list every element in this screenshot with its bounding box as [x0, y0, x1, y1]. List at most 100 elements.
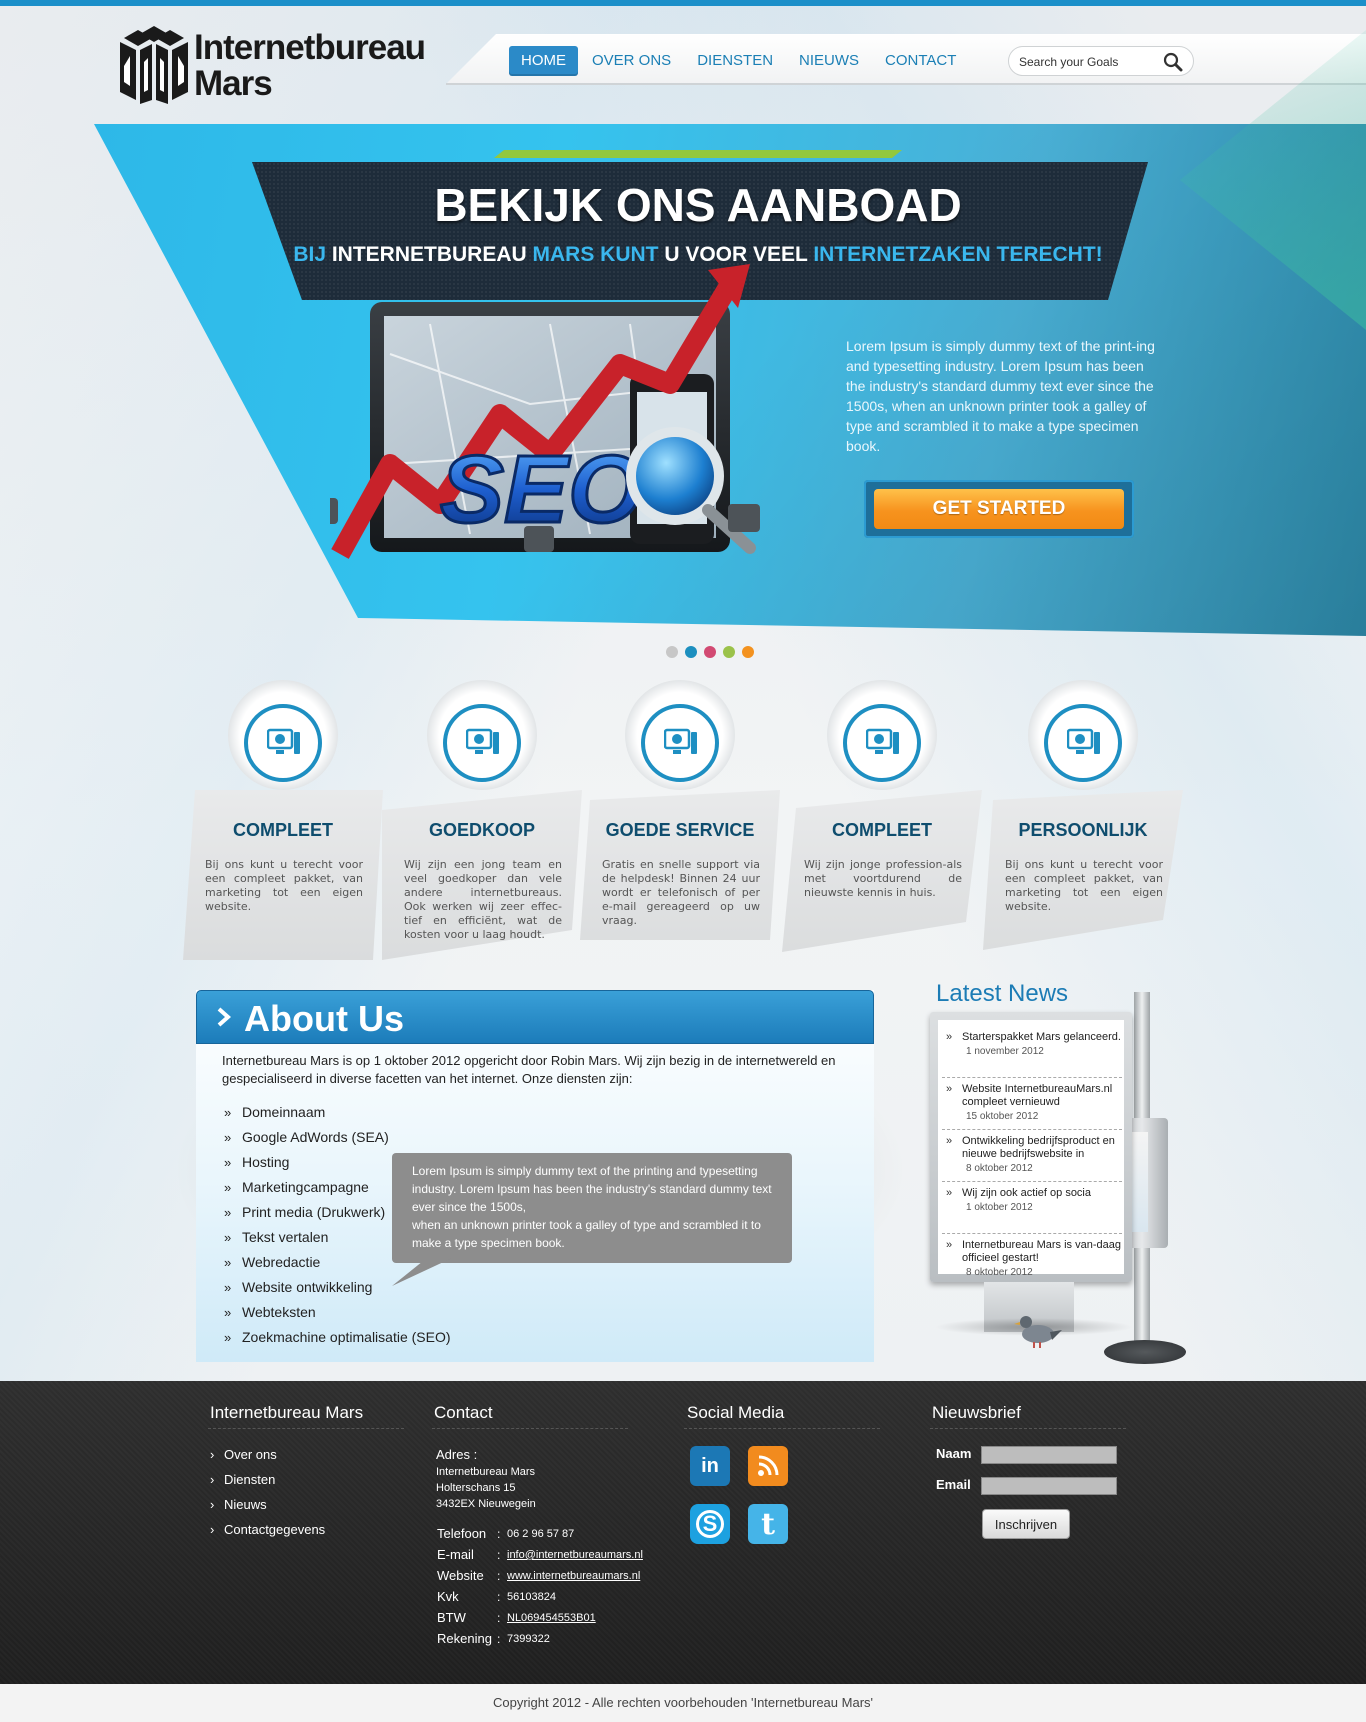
feature-text: Gratis en snelle support via de helpdesk… [602, 858, 760, 927]
chevron-right-icon [217, 1007, 232, 1027]
email-link[interactable]: info@internetbureaumars.nl [507, 1545, 643, 1565]
address-line: 3432EX Nieuwegein [436, 1498, 536, 1510]
service-item[interactable]: » Domeinnaam [224, 1100, 451, 1125]
double-chevron-icon: » [224, 1155, 232, 1170]
twitter-icon[interactable]: t [748, 1504, 788, 1544]
feature-text: Bij ons kunt u terecht voor een compleet… [205, 858, 363, 913]
feature-text: Bij ons kunt u terecht voor een compleet… [1005, 858, 1163, 913]
search-icon[interactable] [1163, 52, 1183, 72]
footer-link[interactable]: › Contactgegevens [210, 1517, 325, 1542]
logo-line-1: Internetbureau [194, 28, 426, 67]
service-item[interactable]: » Webteksten [224, 1300, 451, 1325]
btw-link[interactable]: NL069454553B01 [507, 1608, 596, 1628]
subscribe-button[interactable]: Inschrijven [982, 1509, 1070, 1539]
search-input[interactable] [1019, 52, 1159, 72]
double-chevron-icon: » [224, 1330, 232, 1345]
nav-contact[interactable]: CONTACT [873, 46, 968, 76]
twitter-glyph: t [761, 1506, 775, 1542]
double-chevron-icon: » [224, 1230, 232, 1245]
newsletter-email-input[interactable] [981, 1477, 1117, 1495]
about-title: About Us [244, 998, 404, 1039]
service-label: Webteksten [242, 1304, 316, 1320]
footer-rule [684, 1428, 880, 1429]
linkedin-icon[interactable]: in [690, 1446, 730, 1486]
service-item[interactable]: » Zoekmachine optimalisatie (SEO) [224, 1325, 451, 1350]
logo-line-2: Mars [194, 64, 273, 103]
feature-title: GOEDE SERVICE [605, 820, 755, 840]
feature-card: COMPLEET Wij zijn jonge profession-als m… [782, 680, 982, 980]
chevron-right-icon: › [210, 1497, 215, 1512]
nav-nieuws[interactable]: NIEUWS [787, 46, 871, 76]
tooltip-text: Lorem Ipsum is simply dummy text of the … [412, 1164, 772, 1250]
get-started-button[interactable]: GET STARTED [874, 489, 1124, 529]
feature-title: COMPLEET [831, 820, 932, 840]
nav-over-ons[interactable]: OVER ONS [580, 46, 683, 76]
nav-home[interactable]: HOME [509, 46, 578, 76]
news-item[interactable]: Starterspakket Mars gelanceerd. 1 novembe… [942, 1026, 1122, 1078]
news-item[interactable]: Internetbureau Mars is van-daag officiee… [942, 1234, 1122, 1286]
contact-key: BTW [437, 1610, 466, 1625]
contact-key: Website [437, 1568, 484, 1583]
news-item-date: 8 oktober 2012 [966, 1163, 1033, 1174]
footer-link[interactable]: › Nieuws [210, 1492, 325, 1517]
contact-key: Kvk [437, 1589, 459, 1604]
news-item-title: Website InternetbureauMars.nl compleet v… [942, 1083, 1122, 1109]
address-label: Adres : [436, 1447, 478, 1462]
news-item-date: 1 oktober 2012 [966, 1202, 1033, 1213]
chevron-right-icon: › [210, 1472, 215, 1487]
service-label: Zoekmachine optimalisatie (SEO) [242, 1329, 451, 1345]
slider-dot[interactable] [723, 646, 735, 658]
news-item[interactable]: Website InternetbureauMars.nl compleet v… [942, 1078, 1122, 1130]
double-chevron-icon: » [224, 1205, 232, 1220]
about-intro: Internetbureau Mars is op 1 oktober 2012… [222, 1053, 836, 1086]
hero-subtitle-part-3: MARS KUNT [532, 243, 665, 266]
computer-globe-icon [866, 728, 899, 754]
rss-glyph [758, 1455, 779, 1476]
newsletter-email-label: Email [936, 1477, 971, 1492]
skype-glyph: S [696, 1510, 724, 1538]
logo[interactable]: Internetbureau Mars [116, 26, 436, 106]
footer-rule [208, 1428, 404, 1429]
computer-globe-icon [1067, 728, 1100, 754]
service-label: Marketingcampagne [242, 1179, 369, 1195]
footer-col-title: Internetbureau Mars [210, 1403, 364, 1422]
skype-icon[interactable]: S [690, 1504, 730, 1544]
slider-dot[interactable] [666, 646, 678, 658]
footer-rule [930, 1428, 1126, 1429]
nav-diensten[interactable]: DIENSTEN [685, 46, 785, 76]
footer [0, 1381, 1366, 1684]
news-item-title: Ontwikkeling bedrijfsproduct en nieuwe b… [942, 1135, 1122, 1161]
feature-text: Wij zijn jonge profession-als met voortd… [804, 858, 962, 899]
feature-text: Wij zijn een jong team en veel goedkoper… [404, 858, 562, 941]
footer-link[interactable]: › Diensten [210, 1467, 325, 1492]
newsletter-name-input[interactable] [981, 1446, 1117, 1464]
news-item[interactable]: Wij zijn ook actief op socia 1 oktober 20… [942, 1182, 1122, 1234]
footer-col-title: Social Media [687, 1403, 785, 1422]
footer-link[interactable]: › Over ons [210, 1442, 325, 1467]
footer-link-label: Diensten [224, 1472, 276, 1487]
contact-key: Rekening [437, 1631, 492, 1646]
news-item[interactable]: Ontwikkeling bedrijfsproduct en nieuwe b… [942, 1130, 1122, 1182]
copyright: Copyright 2012 - Alle rechten voorbehoud… [0, 1684, 1366, 1722]
double-chevron-icon: » [224, 1180, 232, 1195]
slider-dot[interactable] [742, 646, 754, 658]
hero-subtitle-part-1: BIJ [293, 243, 332, 266]
footer-col-title: Nieuwsbrief [932, 1403, 1021, 1422]
rss-icon[interactable] [748, 1446, 788, 1486]
news-item-title: Internetbureau Mars is van-daag officiee… [942, 1239, 1122, 1265]
contact-key: E-mail [437, 1547, 474, 1562]
service-item[interactable]: » Google AdWords (SEA) [224, 1125, 451, 1150]
feature-card: GOEDKOOP Wij zijn een jong team en veel … [382, 680, 582, 980]
search-box [1008, 46, 1194, 76]
slider-dot[interactable] [685, 646, 697, 658]
service-item[interactable]: » Website ontwikkeling [224, 1275, 451, 1300]
service-label: Webredactie [242, 1254, 321, 1270]
footer-link-label: Nieuws [224, 1497, 267, 1512]
slider-dot[interactable] [704, 646, 716, 658]
logo-cube-icon [120, 26, 188, 104]
website-link[interactable]: www.internetbureaumars.nl [507, 1566, 640, 1586]
contact-key: Telefoon [437, 1526, 487, 1541]
double-chevron-icon: » [224, 1105, 232, 1120]
main-nav: HOME OVER ONS DIENSTEN NIEUWS CONTACT [509, 46, 970, 76]
footer-rule [432, 1428, 628, 1429]
